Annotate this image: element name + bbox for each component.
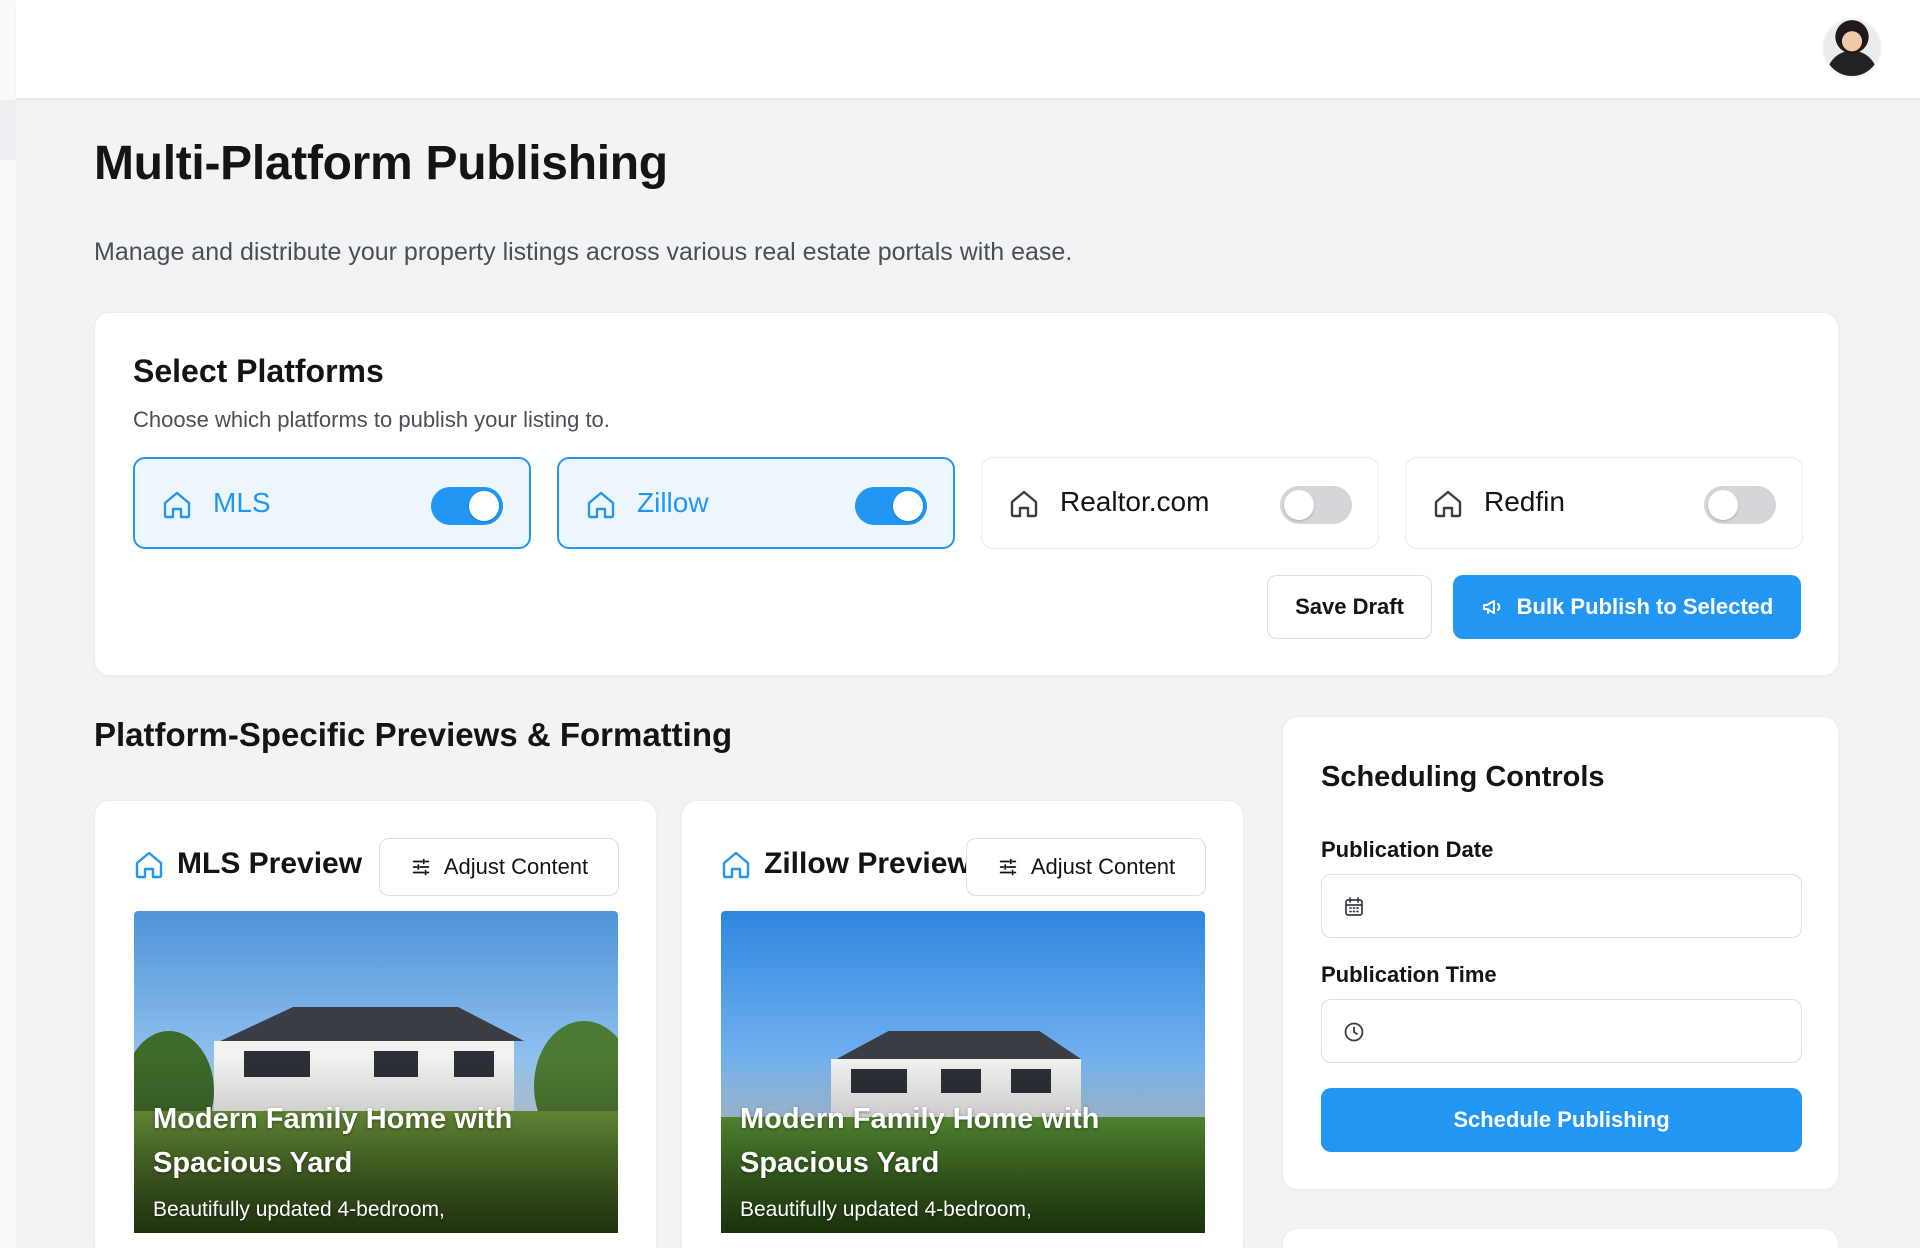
publication-date-field[interactable]: [1321, 874, 1802, 938]
platform-option-zillow[interactable]: Zillow: [557, 457, 955, 549]
preview-title: Zillow Preview: [764, 847, 971, 880]
adjust-content-label: Adjust Content: [1030, 854, 1176, 879]
platform-option-redfin[interactable]: Redfin: [1405, 457, 1803, 549]
select-platforms-description: Choose which platforms to publish your l…: [133, 407, 610, 432]
platform-toggle-redfin[interactable]: [1704, 486, 1776, 524]
sliders-icon: [412, 858, 430, 876]
platform-toggle-realtor[interactable]: [1280, 486, 1352, 524]
page-subtitle: Manage and distribute your property list…: [94, 238, 1073, 266]
platform-name: Redfin: [1484, 486, 1565, 517]
platform-name: MLS: [213, 487, 271, 518]
publication-time-field[interactable]: [1321, 999, 1802, 1063]
user-avatar[interactable]: [1822, 18, 1882, 78]
previews-section-title: Platform-Specific Previews & Formatting: [94, 716, 733, 753]
zillow-preview-card: Zillow Preview Adjust Content Modern Fam…: [681, 800, 1244, 1248]
listing-photo: Modern Family Home with Spacious Yard Be…: [134, 911, 618, 1233]
page-title: Multi-Platform Publishing: [94, 137, 668, 190]
left-rail: [0, 0, 16, 1248]
bulk-publish-label: Bulk Publish to Selected: [1516, 594, 1774, 619]
house-icon: [1010, 490, 1038, 518]
platform-toggle-mls[interactable]: [431, 487, 503, 525]
listing-photo: Modern Family Home with Spacious Yard Be…: [721, 911, 1205, 1233]
publication-date-label: Publication Date: [1321, 837, 1494, 862]
listing-subtitle: Beautifully updated 4-bedroom,: [153, 1198, 445, 1221]
schedule-publishing-button[interactable]: Schedule Publishing: [1321, 1088, 1802, 1152]
toggle-knob: [1708, 490, 1738, 520]
toggle-knob: [469, 491, 499, 521]
house-icon: [1434, 490, 1462, 518]
listing-title: Modern Family Home with Spacious Yard: [153, 1103, 513, 1179]
select-platforms-title: Select Platforms: [133, 353, 384, 389]
sliders-icon: [999, 858, 1017, 876]
megaphone-icon: [1482, 600, 1500, 614]
adjust-content-button[interactable]: Adjust Content: [379, 838, 619, 896]
platform-name: Realtor.com: [1060, 486, 1210, 517]
platform-toggle-zillow[interactable]: [855, 487, 927, 525]
publication-time-input[interactable]: [1382, 1000, 1782, 1062]
house-icon: [587, 491, 615, 519]
listing-title: Modern Family Home with Spacious Yard: [740, 1103, 1100, 1179]
scheduling-title: Scheduling Controls: [1321, 761, 1605, 793]
adjust-content-button[interactable]: Adjust Content: [966, 838, 1206, 896]
preview-title: MLS Preview: [177, 847, 363, 880]
platform-option-mls[interactable]: MLS: [133, 457, 531, 549]
toggle-knob: [893, 491, 923, 521]
top-bar: [16, 0, 1920, 99]
adjust-content-label: Adjust Content: [443, 854, 589, 879]
toggle-knob: [1284, 490, 1314, 520]
save-draft-button[interactable]: Save Draft: [1267, 575, 1432, 639]
platform-option-realtor[interactable]: Realtor.com: [981, 457, 1379, 549]
listing-subtitle: Beautifully updated 4-bedroom,: [740, 1198, 1032, 1221]
house-icon: [722, 851, 750, 879]
calendar-icon: [1345, 897, 1363, 916]
select-platforms-card: Select Platforms Choose which platforms …: [94, 312, 1839, 676]
next-card-edge: [1282, 1228, 1839, 1248]
rail-notch: [0, 100, 16, 160]
publication-date-input[interactable]: [1382, 875, 1782, 937]
mls-preview-card: MLS Preview Adjust Content Modern Family…: [94, 800, 657, 1248]
scheduling-controls-card: Scheduling Controls Publication Date Pub…: [1282, 716, 1839, 1190]
bulk-publish-button[interactable]: Bulk Publish to Selected: [1453, 575, 1801, 639]
publication-time-label: Publication Time: [1321, 962, 1497, 987]
platform-name: Zillow: [637, 487, 709, 518]
house-icon: [163, 491, 191, 519]
house-icon: [135, 851, 163, 879]
clock-icon: [1344, 1022, 1364, 1042]
